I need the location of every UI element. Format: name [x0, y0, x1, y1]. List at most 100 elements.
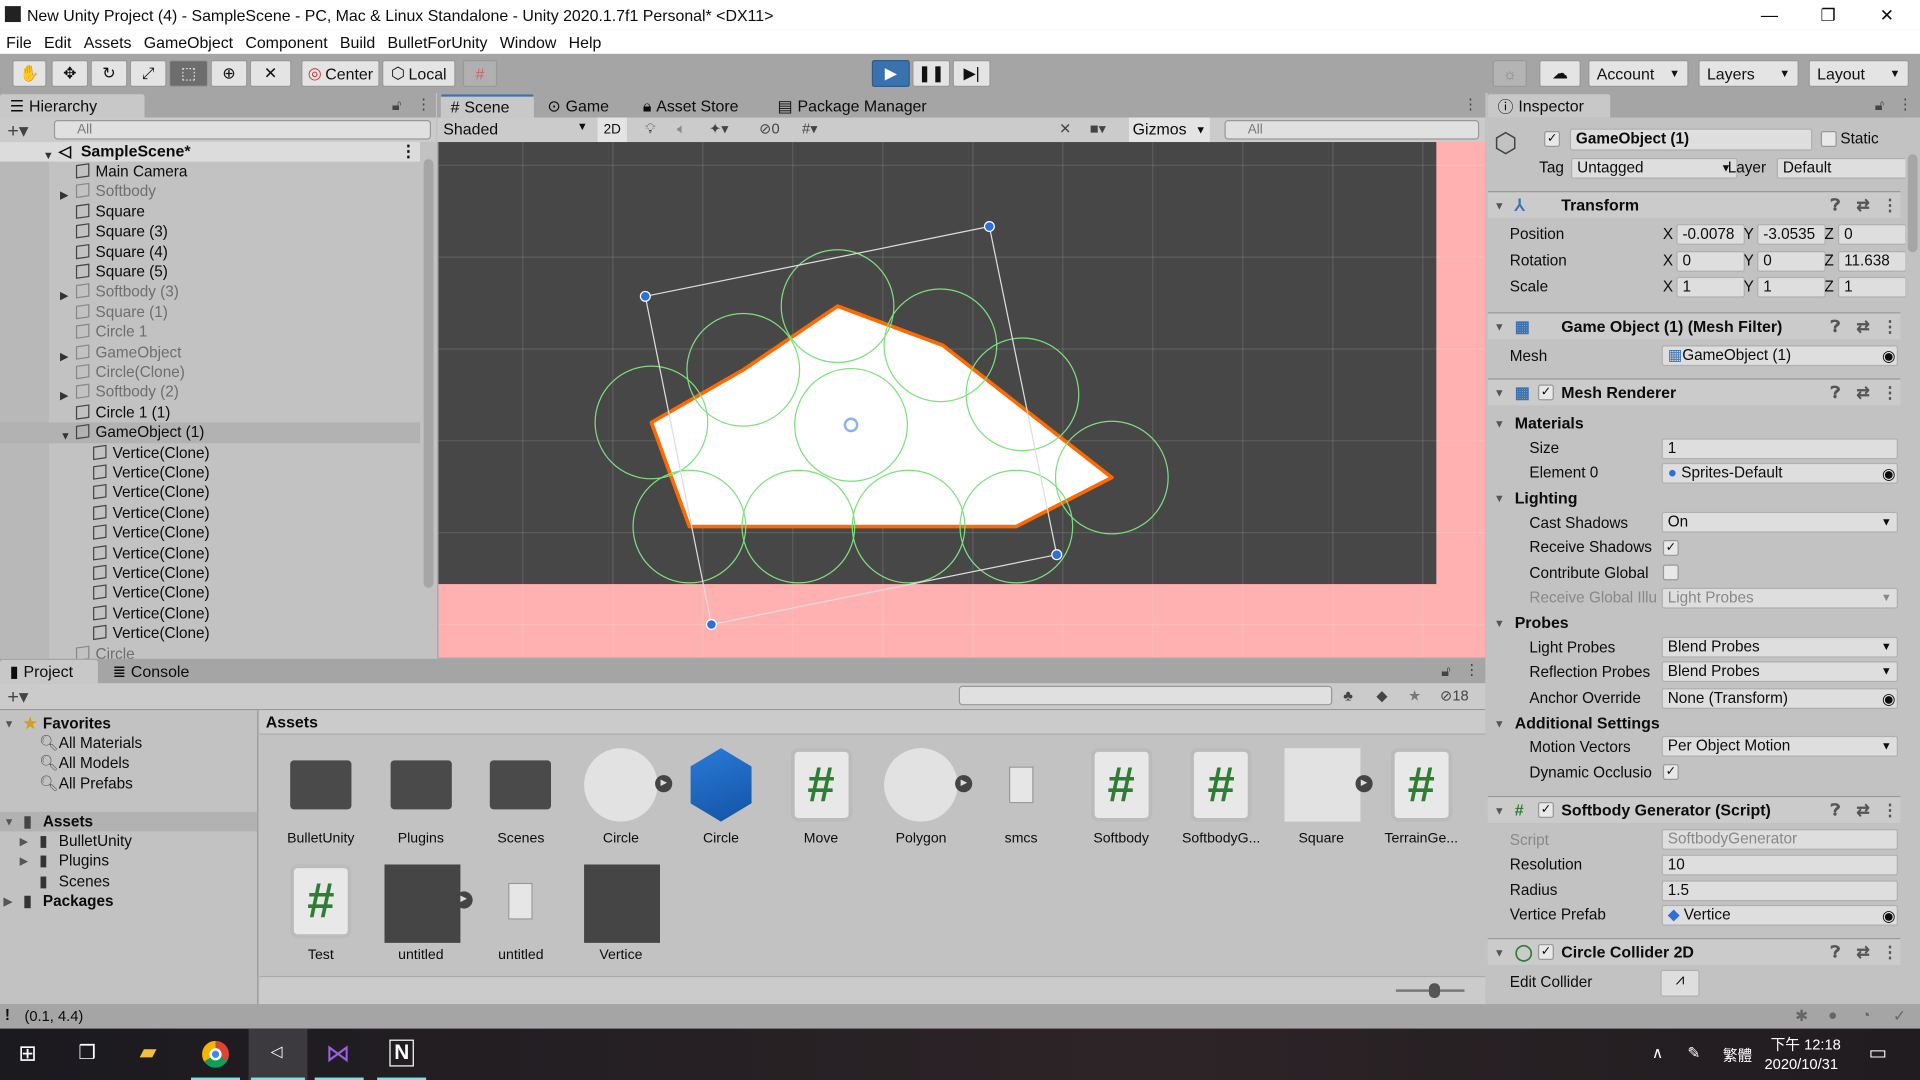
menu-gameobject[interactable]: GameObject	[138, 32, 240, 50]
restore-button[interactable]: ❐	[1800, 0, 1856, 29]
transform-component[interactable]: ▼ ⅄ Transform ❓︎ ⇄ ⋮	[1487, 191, 1901, 219]
active-checkbox[interactable]: ✓	[1544, 131, 1561, 147]
z-axis-label[interactable]: Z	[1824, 278, 1833, 295]
more-menu-icon[interactable]: ⋮	[1898, 96, 1913, 113]
y-axis-label[interactable]: Y	[1744, 252, 1754, 269]
hierarchy-item[interactable]: Vertice(Clone)	[0, 503, 420, 523]
hierarchy-item[interactable]: ▶ Softbody (2)	[0, 383, 420, 403]
notion-icon[interactable]: N	[389, 1039, 415, 1067]
element0-field[interactable]: ● Sprites-Default	[1661, 462, 1898, 484]
circle-collider-component[interactable]: ▼ ◯ ✓ Circle Collider 2D ❓︎ ⇄ ⋮	[1487, 937, 1901, 966]
preset-icon[interactable]: ⇄	[1856, 797, 1869, 824]
hierarchy-item[interactable]: Circle 1 (1)	[0, 403, 420, 423]
hierarchy-item[interactable]: Main Camera	[0, 162, 420, 182]
camera-icon[interactable]: ■▾	[1090, 120, 1106, 137]
menu-help[interactable]: Help	[563, 32, 608, 50]
receive-gi-dropdown[interactable]: Light Probes ▼	[1661, 587, 1898, 609]
receive-shadows-checkbox[interactable]: ✓	[1662, 540, 1679, 556]
additional-settings-foldout[interactable]: Additional Settings	[1515, 714, 1660, 732]
notification-icon[interactable]: ▭	[1869, 1041, 1888, 1065]
asset-script[interactable]: # SoftbodyG...	[1172, 748, 1270, 852]
chrome-icon[interactable]	[202, 1040, 229, 1068]
hierarchy-item[interactable]: Square (4)	[0, 242, 420, 262]
preset-icon[interactable]: ⇄	[1856, 939, 1869, 966]
asset-prefab[interactable]: Circle	[672, 748, 770, 852]
component-menu-icon[interactable]: ⋮	[1882, 939, 1898, 966]
folder-bulletunity[interactable]: ▶ ▮ BulletUnity	[0, 831, 257, 851]
project-search-input[interactable]	[958, 685, 1333, 706]
scene-search-input[interactable]: All	[1224, 120, 1480, 140]
scale-tool-icon[interactable]: ⤢	[129, 60, 167, 87]
bug-icon[interactable]: ✱	[1795, 1007, 1808, 1025]
help-icon[interactable]: ❓︎	[1831, 313, 1841, 340]
hidden-packages-icon[interactable]: ⊘18	[1440, 687, 1469, 704]
component-menu-icon[interactable]: ⋮	[1882, 797, 1898, 824]
hierarchy-item[interactable]: Vertice(Clone)	[0, 583, 420, 603]
rotation-y-field[interactable]: 0	[1757, 250, 1826, 272]
step-button[interactable]: ▶|	[952, 60, 991, 87]
position-x-field[interactable]: -0.0078	[1676, 224, 1745, 245]
hierarchy-item[interactable]: Vertice(Clone)	[0, 483, 420, 503]
tab-game[interactable]: ⊙ Game	[538, 94, 626, 117]
task-view-icon[interactable]: ❒	[78, 1041, 96, 1065]
hierarchy-item[interactable]: Vertice(Clone)	[0, 463, 420, 483]
cast-shadows-dropdown[interactable]: On ▼	[1661, 511, 1898, 533]
foldout-arrow-icon[interactable]: ▼	[1494, 192, 1505, 219]
hierarchy-item[interactable]: Circle 1	[0, 322, 420, 342]
static-label[interactable]: Static	[1840, 130, 1878, 147]
x-axis-label[interactable]: X	[1663, 278, 1673, 295]
expand-arrow-icon[interactable]: ▼	[4, 812, 15, 832]
foldout-arrow-icon[interactable]: ▼	[1494, 380, 1505, 407]
object-picker-icon[interactable]: ◉	[1882, 347, 1895, 365]
ime-indicator[interactable]: 繁體	[1723, 1044, 1752, 1065]
z-axis-label[interactable]: Z	[1824, 252, 1833, 269]
rotation-z-field[interactable]: 11.638	[1837, 250, 1907, 272]
asset-dark-sprite[interactable]: ▶ untitled	[372, 864, 473, 968]
scene-root-row[interactable]: ▼ ◁ SampleScene* ⋮	[0, 142, 421, 162]
project-breadcrumb[interactable]: Assets	[259, 710, 1486, 735]
z-axis-label[interactable]: Z	[1824, 225, 1833, 242]
hidden-objects-icon[interactable]: ⊘0	[759, 120, 780, 137]
clock-date[interactable]: 2020/10/31	[1764, 1056, 1838, 1073]
scale-y-field[interactable]: 1	[1757, 276, 1826, 298]
foldout-arrow-icon[interactable]: ▼	[1494, 313, 1505, 340]
lock-icon[interactable]: 🔓︎	[392, 97, 402, 115]
softbody-generator-component[interactable]: ▼ # ✓ Softbody Generator (Script) ❓︎ ⇄ ⋮	[1487, 795, 1901, 824]
menu-edit[interactable]: Edit	[38, 32, 78, 50]
materials-size-field[interactable]: 1	[1661, 438, 1898, 460]
help-icon[interactable]: ❓︎	[1831, 380, 1841, 407]
hierarchy-search-input[interactable]: All	[53, 120, 432, 140]
hierarchy-item[interactable]: Vertice(Clone)	[0, 543, 420, 563]
foldout-arrow-icon[interactable]: ▼	[1494, 939, 1505, 966]
asset-script[interactable]: # Move	[772, 748, 870, 852]
asset-file[interactable]: smcs	[972, 748, 1070, 852]
hierarchy-item[interactable]: Square (3)	[0, 222, 420, 242]
component-menu-icon[interactable]: ⋮	[1882, 380, 1898, 407]
help-icon[interactable]: ❓︎	[1831, 939, 1841, 966]
x-axis-label[interactable]: X	[1663, 225, 1673, 242]
foldout-arrow-icon[interactable]: ▼	[1494, 418, 1505, 430]
preset-icon[interactable]: ⇄	[1856, 192, 1869, 219]
inspector-scrollbar[interactable]	[1905, 117, 1920, 1000]
asset-folder[interactable]: BulletUnity	[272, 748, 370, 852]
hierarchy-item[interactable]: Square (5)	[0, 262, 420, 282]
packages-folder[interactable]: ▶ ▮ Packages	[0, 891, 257, 911]
rotation-x-field[interactable]: 0	[1676, 250, 1745, 272]
tab-asset-store[interactable]: 🔒︎ Asset Store	[633, 94, 760, 117]
audio-toggle-icon[interactable]: 🔈︎	[677, 120, 686, 138]
menu-bulletforunity[interactable]: BulletForUnity	[381, 32, 493, 50]
tab-inspector[interactable]: ⓘ Inspector	[1487, 94, 1611, 118]
asset-sprite-square[interactable]: ▶ Square	[1272, 748, 1373, 852]
mesh-renderer-component[interactable]: ▼ ▦ ✓ Mesh Renderer ❓︎ ⇄ ⋮	[1487, 378, 1901, 407]
tag-dropdown[interactable]: Untagged ▼	[1571, 157, 1738, 179]
pen-icon[interactable]: ✎	[1687, 1043, 1700, 1061]
y-axis-label[interactable]: Y	[1744, 278, 1754, 295]
mesh-filter-component[interactable]: ▼ ▦ Game Object (1) (Mesh Filter) ❓︎ ⇄ ⋮	[1487, 312, 1901, 340]
gizmos-dropdown[interactable]: Gizmos ▼	[1128, 117, 1210, 143]
x-axis-label[interactable]: X	[1663, 252, 1673, 269]
scrollbar-thumb[interactable]	[1907, 154, 1918, 253]
asset-dark[interactable]: Vertice	[572, 864, 670, 968]
component-enabled-checkbox[interactable]: ✓	[1537, 384, 1554, 401]
foldout-arrow-icon[interactable]: ▼	[1494, 718, 1505, 730]
object-name-input[interactable]: GameObject (1)	[1569, 128, 1813, 151]
